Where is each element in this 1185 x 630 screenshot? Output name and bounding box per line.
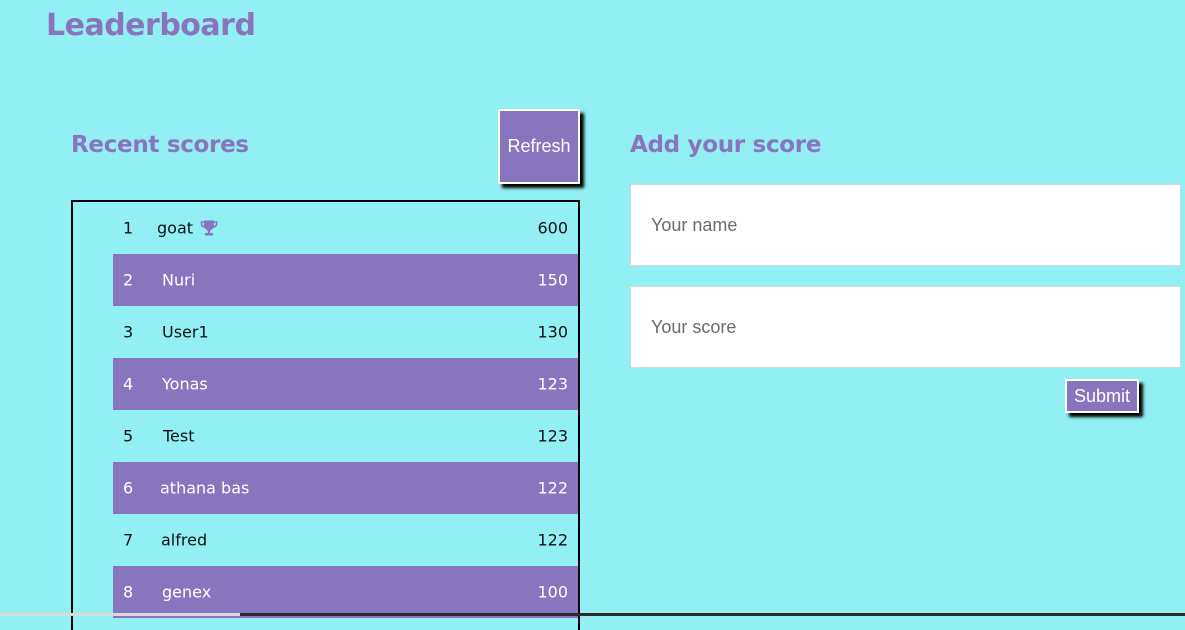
score-row: 1 goat 600 bbox=[113, 202, 578, 254]
score-rank: 1 bbox=[123, 218, 134, 238]
name-input[interactable] bbox=[630, 184, 1181, 266]
score-name: User1 bbox=[162, 322, 209, 342]
score-value: 100 bbox=[537, 582, 568, 602]
score-name-cell: goat bbox=[157, 219, 218, 238]
score-value: 122 bbox=[537, 530, 568, 550]
score-name: Yonas bbox=[162, 374, 208, 394]
score-rank: 6 bbox=[123, 478, 134, 498]
score-row: 8 genex 100 bbox=[113, 566, 578, 618]
score-value: 123 bbox=[537, 426, 568, 446]
score-row: 5 Test 123 bbox=[113, 410, 578, 462]
scores-table: 1 goat 600 2 Nuri 150 3 User1 130 4 Yona… bbox=[71, 200, 580, 630]
score-rank: 2 bbox=[123, 270, 134, 290]
score-rank: 5 bbox=[123, 426, 134, 446]
score-input[interactable] bbox=[630, 286, 1181, 368]
score-name: Test bbox=[163, 426, 195, 446]
score-value: 123 bbox=[537, 374, 568, 394]
score-rank: 8 bbox=[123, 582, 134, 602]
score-rank: 7 bbox=[123, 530, 134, 550]
score-name: genex bbox=[162, 582, 212, 602]
refresh-button[interactable]: Refresh bbox=[498, 109, 580, 184]
trophy-icon bbox=[200, 220, 218, 237]
score-row: 4 Yonas 123 bbox=[113, 358, 578, 410]
score-rank: 3 bbox=[123, 322, 134, 342]
score-value: 122 bbox=[537, 478, 568, 498]
score-row: 6 athana bas 122 bbox=[113, 462, 578, 514]
score-rank: 4 bbox=[123, 374, 134, 394]
score-row: 3 User1 130 bbox=[113, 306, 578, 358]
add-score-title: Add your score bbox=[630, 132, 822, 158]
score-name: alfred bbox=[161, 530, 208, 550]
score-value: 130 bbox=[537, 322, 568, 342]
page-title: Leaderboard bbox=[46, 8, 256, 43]
score-value: 600 bbox=[537, 218, 568, 238]
score-name: athana bas bbox=[160, 478, 250, 498]
score-row: 7 alfred 122 bbox=[113, 514, 578, 566]
score-list: 1 goat 600 2 Nuri 150 3 User1 130 4 Yona… bbox=[73, 202, 578, 618]
score-row: 2 Nuri 150 bbox=[113, 254, 578, 306]
score-name: Nuri bbox=[162, 270, 196, 290]
score-name: goat bbox=[157, 218, 194, 238]
score-value: 150 bbox=[537, 270, 568, 290]
recent-scores-title: Recent scores bbox=[71, 132, 249, 158]
submit-button[interactable]: Submit bbox=[1065, 379, 1139, 413]
